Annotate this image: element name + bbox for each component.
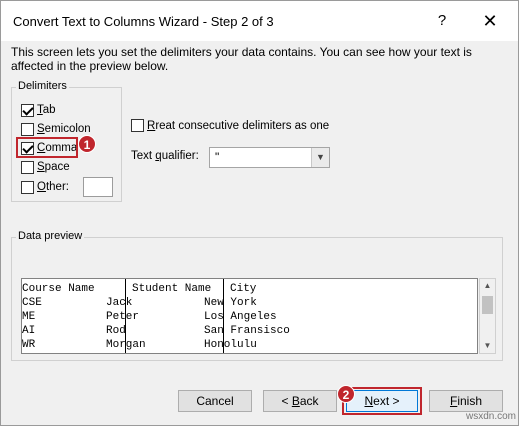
consecutive-checkbox-label: Rreat consecutive delimiters as one	[147, 119, 330, 132]
chevron-down-icon[interactable]: ▼	[311, 148, 329, 167]
preview-cell: Honolulu	[204, 339, 257, 351]
semicolon-checkbox-label: Semicolon	[37, 123, 91, 135]
text-qualifier-select[interactable]: " ▼	[209, 147, 330, 168]
tab-checkbox[interactable]: Tab	[21, 102, 56, 118]
scroll-up-icon[interactable]: ▲	[480, 279, 495, 293]
preview-row: CSE Jack New York	[22, 296, 257, 310]
preview-row: ME Peter Los Angeles	[22, 310, 277, 324]
text-qualifier-label: Text qualifier:	[131, 150, 199, 162]
text-qualifier-value: "	[215, 150, 220, 164]
comma-highlight-box	[16, 137, 78, 158]
space-checkbox-box[interactable]	[21, 160, 34, 174]
space-checkbox[interactable]: Space	[21, 159, 70, 175]
preview-cell: Jack	[106, 297, 133, 309]
preview-cell: Student Name	[132, 283, 212, 295]
step-2-badge: 2	[337, 385, 355, 403]
tab-checkbox-label: Tab	[37, 104, 56, 116]
finish-button[interactable]: Finish	[429, 390, 503, 412]
help-icon[interactable]: ?	[431, 10, 453, 32]
close-icon[interactable]: ✕	[479, 10, 501, 32]
cancel-button[interactable]: Cancel	[178, 390, 252, 412]
preview-cell: AI	[22, 325, 36, 337]
preview-cell: San Fransisco	[204, 325, 290, 337]
preview-cell: City	[230, 283, 257, 295]
preview-cell: Morgan	[106, 339, 146, 351]
other-delimiter-input[interactable]	[83, 177, 113, 197]
other-checkbox[interactable]: Other:	[21, 179, 69, 195]
window-title: Convert Text to Columns Wizard - Step 2 …	[13, 14, 274, 29]
preview-row: AI Rod San Fransisco	[22, 324, 290, 338]
preview-cell: Rod	[106, 325, 126, 337]
preview-cell: New York	[204, 297, 257, 309]
text-to-columns-dialog: Convert Text to Columns Wizard - Step 2 …	[0, 0, 519, 426]
data-preview-grid[interactable]: Course Name Student Name City CSE Jack N…	[21, 278, 478, 354]
scroll-thumb[interactable]	[482, 296, 493, 314]
back-button[interactable]: < Back	[263, 390, 337, 412]
data-preview-group-title: Data preview	[16, 230, 85, 242]
space-checkbox-label: Space	[37, 161, 70, 173]
preview-cell: WR	[22, 339, 36, 351]
preview-cell: CSE	[22, 297, 42, 309]
other-checkbox-box[interactable]	[21, 180, 34, 194]
preview-cell: ME	[22, 311, 36, 323]
semicolon-checkbox-box[interactable]	[21, 122, 34, 136]
instructions-text: This screen lets you set the delimiters …	[11, 45, 472, 73]
tab-checkbox-box[interactable]	[21, 103, 34, 117]
preview-cell: Peter	[106, 311, 140, 323]
consecutive-checkbox-box[interactable]	[131, 119, 144, 132]
title-bar: Convert Text to Columns Wizard - Step 2 …	[1, 1, 518, 41]
preview-cell: Los Angeles	[204, 311, 277, 323]
consecutive-delimiters-checkbox[interactable]: Rreat consecutive delimiters as one	[131, 119, 329, 132]
delimiters-group-title: Delimiters	[16, 80, 69, 92]
watermark-text: wsxdn.com	[466, 411, 517, 422]
preview-vertical-scrollbar[interactable]: ▲ ▼	[479, 278, 496, 354]
step-1-badge: 1	[78, 135, 96, 153]
other-checkbox-label: Other:	[37, 181, 69, 193]
preview-row: WR Morgan Honolulu	[22, 338, 257, 352]
semicolon-checkbox[interactable]: Semicolon	[21, 121, 91, 137]
preview-header-row: Course Name Student Name City	[22, 282, 256, 296]
preview-cell: Course Name	[22, 283, 95, 295]
scroll-down-icon[interactable]: ▼	[480, 339, 495, 353]
